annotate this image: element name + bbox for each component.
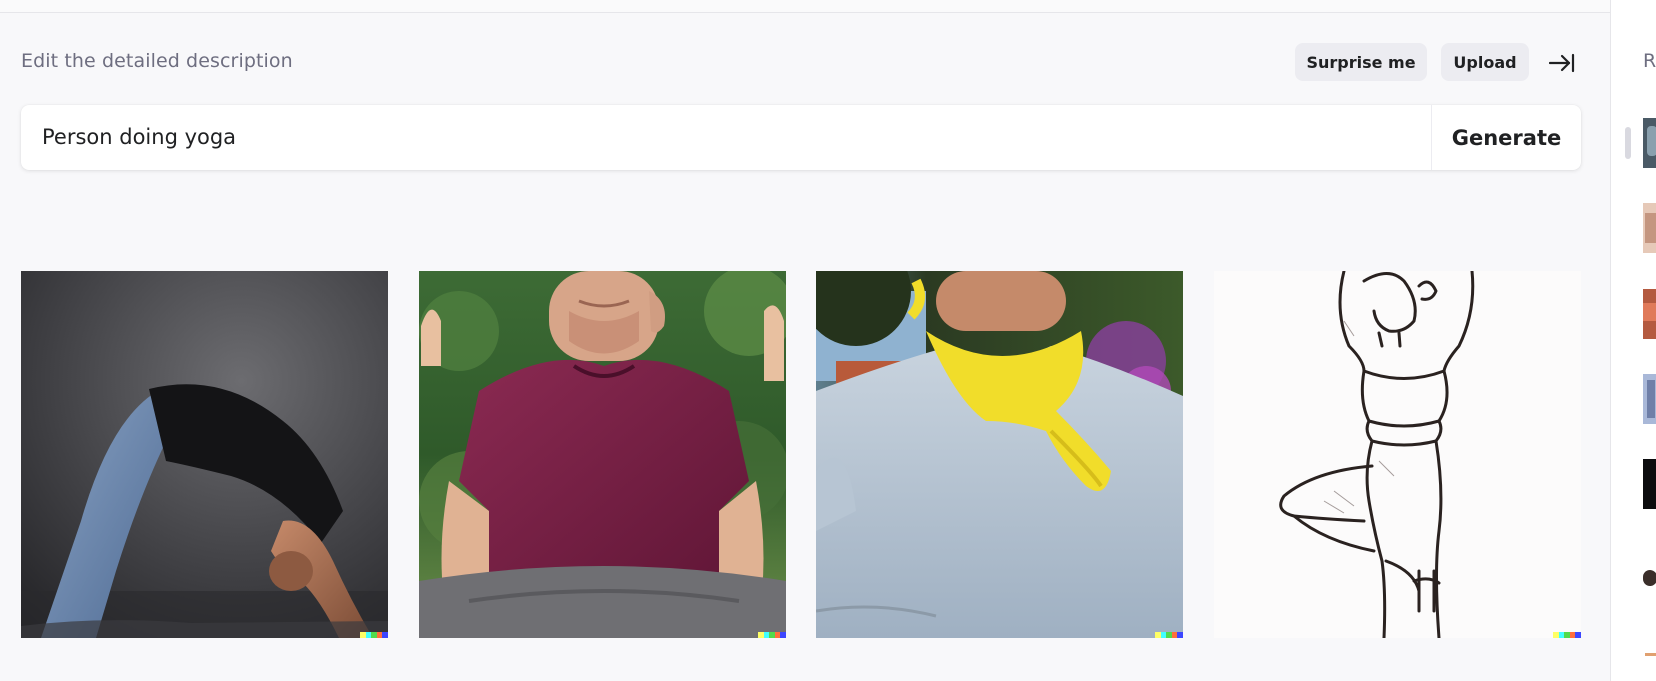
thumbnail-detail: [1643, 303, 1656, 321]
main-panel: Edit the detailed description Surprise m…: [0, 0, 1610, 681]
history-sidebar: R: [1610, 0, 1656, 681]
upload-button[interactable]: Upload: [1441, 43, 1529, 81]
surprise-me-button[interactable]: Surprise me: [1295, 43, 1427, 81]
thumbnail-detail: [1647, 126, 1656, 156]
dalle-watermark: [1155, 632, 1183, 638]
thumbnail-detail: [1643, 570, 1656, 586]
top-divider: [0, 0, 1610, 13]
dalle-watermark: [758, 632, 786, 638]
result-image-3[interactable]: [816, 271, 1183, 638]
dalle-watermark: [1553, 632, 1581, 638]
yellow-scarf-photo: [816, 271, 1183, 638]
watermark-swatch: [1177, 632, 1183, 638]
thumbnail-detail: [1647, 380, 1655, 418]
tree-pose-sketch: [1214, 271, 1581, 638]
history-thumbnail[interactable]: [1643, 203, 1656, 253]
thumbnail-detail: [1645, 213, 1656, 243]
prompt-bar: Generate: [21, 105, 1581, 170]
result-image-4[interactable]: [1214, 271, 1581, 638]
thumbnail-detail: [1645, 653, 1656, 656]
result-image-1[interactable]: [21, 271, 388, 638]
history-thumbnail[interactable]: [1643, 289, 1656, 339]
result-image-2[interactable]: [419, 271, 786, 638]
sidebar-heading: R: [1643, 50, 1656, 72]
prompt-input[interactable]: [21, 105, 1431, 170]
collapse-sidebar-button[interactable]: [1547, 48, 1577, 78]
sidebar-scrollbar[interactable]: [1625, 127, 1631, 159]
history-thumbnail[interactable]: [1643, 546, 1656, 596]
dalle-watermark: [360, 632, 388, 638]
generate-button[interactable]: Generate: [1432, 105, 1581, 170]
arrow-right-to-bar-icon: [1549, 53, 1575, 73]
history-thumbnail[interactable]: [1643, 631, 1656, 681]
history-thumbnail[interactable]: [1643, 118, 1656, 168]
history-thumbnail[interactable]: [1643, 459, 1656, 509]
history-thumbnail[interactable]: [1643, 374, 1656, 424]
watermark-swatch: [780, 632, 786, 638]
results-grid: [21, 271, 1581, 638]
watermark-swatch: [1575, 632, 1581, 638]
edit-description-label: Edit the detailed description: [21, 50, 293, 72]
watermark-swatch: [382, 632, 388, 638]
meditation-photo: [419, 271, 786, 638]
wheel-pose-photo: [21, 271, 388, 638]
